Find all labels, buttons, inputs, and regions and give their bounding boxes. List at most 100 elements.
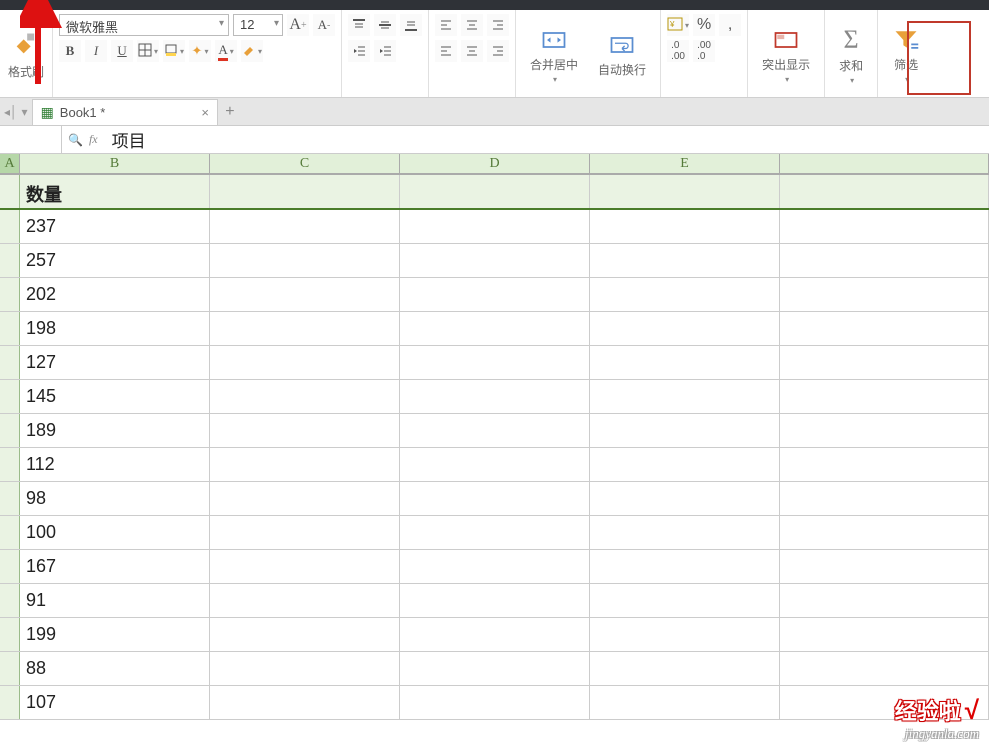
cell[interactable] — [780, 652, 989, 685]
cell[interactable] — [210, 346, 400, 379]
cell[interactable] — [0, 550, 20, 583]
cell[interactable]: 112 — [20, 448, 210, 481]
cell[interactable] — [210, 550, 400, 583]
name-box[interactable] — [0, 126, 62, 153]
cell[interactable] — [590, 346, 780, 379]
cell[interactable] — [400, 175, 590, 208]
align-bottom-button[interactable] — [400, 14, 422, 36]
cell[interactable] — [780, 448, 989, 481]
highlight-button[interactable] — [241, 40, 263, 62]
cell[interactable] — [210, 414, 400, 447]
italic-button[interactable]: I — [85, 40, 107, 62]
comma-button[interactable]: , — [719, 14, 741, 36]
cell[interactable] — [590, 618, 780, 651]
qat-nav-icon[interactable]: ◂│ — [4, 105, 18, 119]
cell[interactable] — [210, 618, 400, 651]
cell[interactable] — [590, 652, 780, 685]
cell[interactable] — [590, 516, 780, 549]
wrap-text-button[interactable]: 自动换行 — [590, 14, 654, 95]
cell[interactable] — [780, 618, 989, 651]
decrease-indent-button[interactable] — [348, 40, 370, 62]
font-size-select[interactable]: 12 — [233, 14, 283, 36]
cell[interactable] — [0, 482, 20, 515]
cell[interactable] — [0, 448, 20, 481]
font-name-select[interactable]: 微软雅黑 — [59, 14, 229, 36]
cell[interactable]: 189 — [20, 414, 210, 447]
align-top-button[interactable] — [348, 14, 370, 36]
increase-decimal-button[interactable]: .0.00 — [667, 40, 689, 62]
cell[interactable] — [780, 312, 989, 345]
format-painter-button[interactable]: 格式刷 — [6, 26, 46, 84]
cell[interactable]: 198 — [20, 312, 210, 345]
fill-color-button[interactable] — [163, 40, 185, 62]
fx-icon[interactable]: fx — [89, 132, 98, 147]
align-right-button[interactable] — [487, 14, 509, 36]
cell[interactable]: 100 — [20, 516, 210, 549]
qat-dropdown-icon[interactable]: ▾ — [22, 105, 28, 119]
font-color-button[interactable]: A — [215, 40, 237, 62]
col-header-E[interactable]: E — [590, 154, 780, 173]
merge-center-button[interactable]: 合并居中 — [522, 14, 586, 95]
cell[interactable] — [780, 346, 989, 379]
cell[interactable] — [0, 346, 20, 379]
cell[interactable] — [0, 312, 20, 345]
cell[interactable]: 199 — [20, 618, 210, 651]
cell[interactable] — [400, 584, 590, 617]
cell[interactable] — [400, 346, 590, 379]
close-tab-button[interactable]: × — [201, 105, 209, 120]
cell[interactable] — [400, 244, 590, 277]
cell[interactable] — [400, 278, 590, 311]
cell[interactable] — [0, 175, 20, 208]
conditional-format-button[interactable]: 突出显示 — [754, 14, 818, 95]
cell[interactable] — [400, 448, 590, 481]
borders-button[interactable] — [137, 40, 159, 62]
cell[interactable] — [780, 414, 989, 447]
cell[interactable] — [210, 278, 400, 311]
increase-indent-button[interactable] — [374, 40, 396, 62]
col-header-rest[interactable] — [780, 154, 989, 173]
cell[interactable] — [400, 686, 590, 719]
cell[interactable] — [780, 482, 989, 515]
cell[interactable] — [0, 516, 20, 549]
cell[interactable] — [210, 380, 400, 413]
col-header-B[interactable]: B — [20, 154, 210, 173]
cell[interactable] — [400, 550, 590, 583]
align-left-button[interactable] — [435, 14, 457, 36]
cell[interactable] — [210, 244, 400, 277]
cell[interactable] — [400, 380, 590, 413]
cell[interactable]: 167 — [20, 550, 210, 583]
cell[interactable] — [210, 482, 400, 515]
cell[interactable]: 127 — [20, 346, 210, 379]
percent-button[interactable]: % — [693, 14, 715, 36]
cell[interactable] — [0, 244, 20, 277]
align-center-button[interactable] — [461, 14, 483, 36]
cell[interactable] — [400, 618, 590, 651]
cell[interactable] — [590, 244, 780, 277]
cell[interactable] — [780, 244, 989, 277]
document-tab[interactable]: ▦ Book1 * × — [32, 99, 218, 125]
cell[interactable]: 257 — [20, 244, 210, 277]
cell[interactable] — [780, 584, 989, 617]
underline-button[interactable]: U — [111, 40, 133, 62]
align-middle-button[interactable] — [374, 14, 396, 36]
align-center2-button[interactable] — [461, 40, 483, 62]
cell[interactable] — [780, 380, 989, 413]
cell[interactable] — [780, 175, 989, 208]
col-header-D[interactable]: D — [400, 154, 590, 173]
cell[interactable] — [0, 652, 20, 685]
cell[interactable]: 88 — [20, 652, 210, 685]
cell[interactable] — [0, 584, 20, 617]
add-tab-button[interactable]: + — [218, 103, 242, 121]
decrease-font-button[interactable]: A- — [313, 14, 335, 36]
sum-button[interactable]: Σ 求和 — [831, 14, 871, 95]
cell[interactable] — [210, 652, 400, 685]
cell[interactable] — [590, 278, 780, 311]
align-right2-button[interactable] — [487, 40, 509, 62]
cell[interactable] — [400, 210, 590, 243]
cell[interactable] — [0, 686, 20, 719]
cell[interactable] — [210, 584, 400, 617]
cell[interactable] — [0, 414, 20, 447]
shape-fill-button[interactable]: ✦ — [189, 40, 211, 62]
cell[interactable] — [0, 380, 20, 413]
cell[interactable] — [400, 652, 590, 685]
